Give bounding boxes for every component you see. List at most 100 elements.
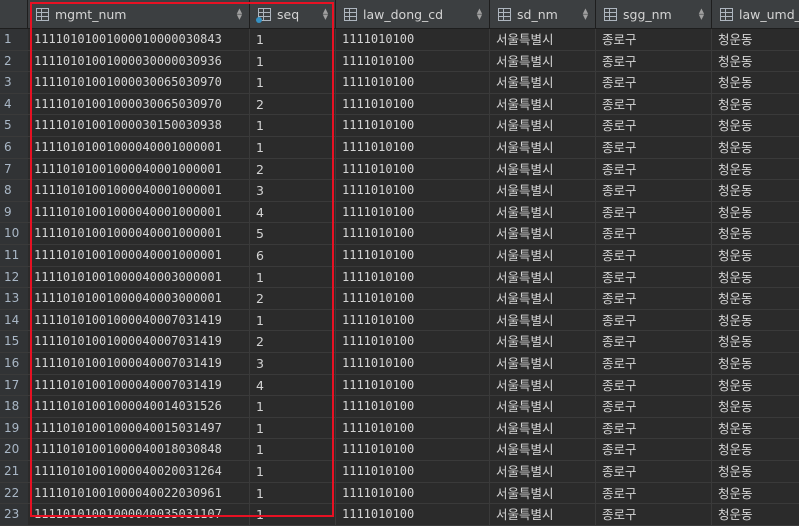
table-row[interactable]: 5 11110101001000030150030938 1 1111010100 서울… [0,115,799,137]
cell-law_umd[interactable]: 청운동 [712,353,799,375]
cell-seq[interactable]: 1 [250,417,336,440]
table-row[interactable]: 6 11110101001000040001000001 1 1111010100 서울… [0,137,799,159]
cell-seq[interactable]: 1 [250,50,336,73]
cell-law_dong_cd[interactable]: 1111010100 [336,482,490,505]
cell-law_dong_cd[interactable]: 1111010100 [336,396,490,418]
row-number[interactable]: 3 [0,72,28,94]
row-number[interactable]: 5 [0,115,28,137]
row-number[interactable]: 18 [0,396,28,418]
cell-sgg_nm[interactable]: 종로구 [596,223,712,245]
table-row[interactable]: 2 11110101001000030000030936 1 1111010100 서울… [0,50,799,73]
row-number[interactable]: 1 [0,29,28,51]
cell-law_dong_cd[interactable]: 1111010100 [336,72,490,94]
cell-sd_nm[interactable]: 서울특별시 [490,288,596,310]
row-number[interactable]: 16 [0,353,28,375]
sort-icon[interactable]: ▲ ▼ [236,8,243,21]
cell-seq[interactable]: 1 [250,482,336,505]
cell-sd_nm[interactable]: 서울특별시 [490,309,596,332]
cell-law_umd[interactable]: 청운동 [712,72,799,94]
cell-law_dong_cd[interactable]: 1111010100 [336,201,490,224]
table-row[interactable]: 19 11110101001000040015031497 1 1111010100 서… [0,417,799,440]
cell-mgmt_num[interactable]: 11110101001000030065030970 [28,72,250,94]
cell-mgmt_num[interactable]: 11110101001000040007031419 [28,374,250,397]
cell-sgg_nm[interactable]: 종로구 [596,374,712,397]
column-header-law_umd[interactable]: law_umd_ [712,0,799,28]
table-row[interactable]: 9 11110101001000040001000001 4 1111010100 서울… [0,201,799,224]
cell-seq[interactable]: 1 [250,29,336,51]
row-number[interactable]: 8 [0,180,28,202]
cell-law_umd[interactable]: 청운동 [712,504,799,526]
cell-sgg_nm[interactable]: 종로구 [596,353,712,375]
cell-sgg_nm[interactable]: 종로구 [596,417,712,440]
cell-sgg_nm[interactable]: 종로구 [596,72,712,94]
cell-sd_nm[interactable]: 서울특별시 [490,158,596,181]
row-number[interactable]: 22 [0,482,28,505]
cell-seq[interactable]: 1 [250,137,336,159]
table-row[interactable]: 3 11110101001000030065030970 1 1111010100 서울… [0,72,799,94]
cell-sgg_nm[interactable]: 종로구 [596,288,712,310]
cell-sd_nm[interactable]: 서울특별시 [490,417,596,440]
cell-law_umd[interactable]: 청운동 [712,159,799,181]
table-row[interactable]: 13 11110101001000040003000001 2 1111010100 서… [0,288,799,310]
cell-seq[interactable]: 2 [250,158,336,181]
cell-sd_nm[interactable]: 서울특별시 [490,93,596,116]
cell-law_umd[interactable]: 청운동 [712,483,799,505]
table-row[interactable]: 23 11110101001000040035031107 1 1111010100 서… [0,504,799,526]
cell-sgg_nm[interactable]: 종로구 [596,201,712,224]
cell-law_umd[interactable]: 청운동 [712,29,799,51]
table-row[interactable]: 22 11110101001000040022030961 1 1111010100 서… [0,482,799,505]
cell-law_dong_cd[interactable]: 1111010100 [336,180,490,202]
table-row[interactable]: 7 11110101001000040001000001 2 1111010100 서울… [0,158,799,181]
cell-mgmt_num[interactable]: 11110101001000030150030938 [28,115,250,137]
cell-sgg_nm[interactable]: 종로구 [596,137,712,159]
sort-icon[interactable]: ▲ ▼ [582,8,589,21]
cell-law_dong_cd[interactable]: 1111010100 [336,461,490,483]
cell-sd_nm[interactable]: 서울특별시 [490,245,596,267]
cell-law_umd[interactable]: 청운동 [712,137,799,159]
table-row[interactable]: 10 11110101001000040001000001 5 1111010100 서… [0,223,799,245]
cell-sgg_nm[interactable]: 종로구 [596,331,712,353]
cell-sd_nm[interactable]: 서울특별시 [490,461,596,483]
cell-law_umd[interactable]: 청운동 [712,223,799,245]
sort-icon[interactable]: ▲ ▼ [698,8,705,21]
row-number[interactable]: 20 [0,439,28,461]
cell-seq[interactable]: 6 [250,245,336,267]
row-number[interactable]: 4 [0,93,28,116]
cell-sgg_nm[interactable]: 종로구 [596,180,712,202]
cell-seq[interactable]: 2 [250,331,336,353]
cell-sd_nm[interactable]: 서울특별시 [490,50,596,73]
cell-law_umd[interactable]: 청운동 [712,267,799,289]
row-number[interactable]: 7 [0,158,28,181]
cell-mgmt_num[interactable]: 11110101001000040007031419 [28,331,250,353]
cell-law_umd[interactable]: 청운동 [712,418,799,440]
cell-sd_nm[interactable]: 서울특별시 [490,439,596,461]
cell-sgg_nm[interactable]: 종로구 [596,266,712,289]
row-number[interactable]: 2 [0,50,28,73]
cell-mgmt_num[interactable]: 11110101001000040015031497 [28,417,250,440]
cell-law_umd[interactable]: 청운동 [712,310,799,332]
table-row[interactable]: 20 11110101001000040018030848 1 1111010100 서… [0,439,799,461]
cell-mgmt_num[interactable]: 11110101001000010000030843 [28,29,250,51]
cell-law_dong_cd[interactable]: 1111010100 [336,309,490,332]
table-row[interactable]: 15 11110101001000040007031419 2 1111010100 서… [0,331,799,353]
cell-sgg_nm[interactable]: 종로구 [596,115,712,137]
cell-seq[interactable]: 5 [250,223,336,245]
cell-law_umd[interactable]: 청운동 [712,51,799,73]
cell-sd_nm[interactable]: 서울특별시 [490,374,596,397]
cell-law_dong_cd[interactable]: 1111010100 [336,417,490,440]
cell-sd_nm[interactable]: 서울특별시 [490,180,596,202]
cell-law_dong_cd[interactable]: 1111010100 [336,374,490,397]
cell-mgmt_num[interactable]: 11110101001000040001000001 [28,245,250,267]
table-row[interactable]: 1 11110101001000010000030843 1 1111010100 서울… [0,29,799,51]
cell-sgg_nm[interactable]: 종로구 [596,482,712,505]
cell-law_dong_cd[interactable]: 1111010100 [336,266,490,289]
cell-law_umd[interactable]: 청운동 [712,396,799,418]
cell-law_dong_cd[interactable]: 1111010100 [336,245,490,267]
table-row[interactable]: 14 11110101001000040007031419 1 1111010100 서… [0,309,799,332]
table-row[interactable]: 17 11110101001000040007031419 4 1111010100 서… [0,374,799,397]
cell-law_umd[interactable]: 청운동 [712,245,799,267]
cell-law_umd[interactable]: 청운동 [712,288,799,310]
row-number[interactable]: 23 [0,504,28,526]
sort-icon[interactable]: ▲ ▼ [476,8,483,21]
cell-sgg_nm[interactable]: 종로구 [596,396,712,418]
